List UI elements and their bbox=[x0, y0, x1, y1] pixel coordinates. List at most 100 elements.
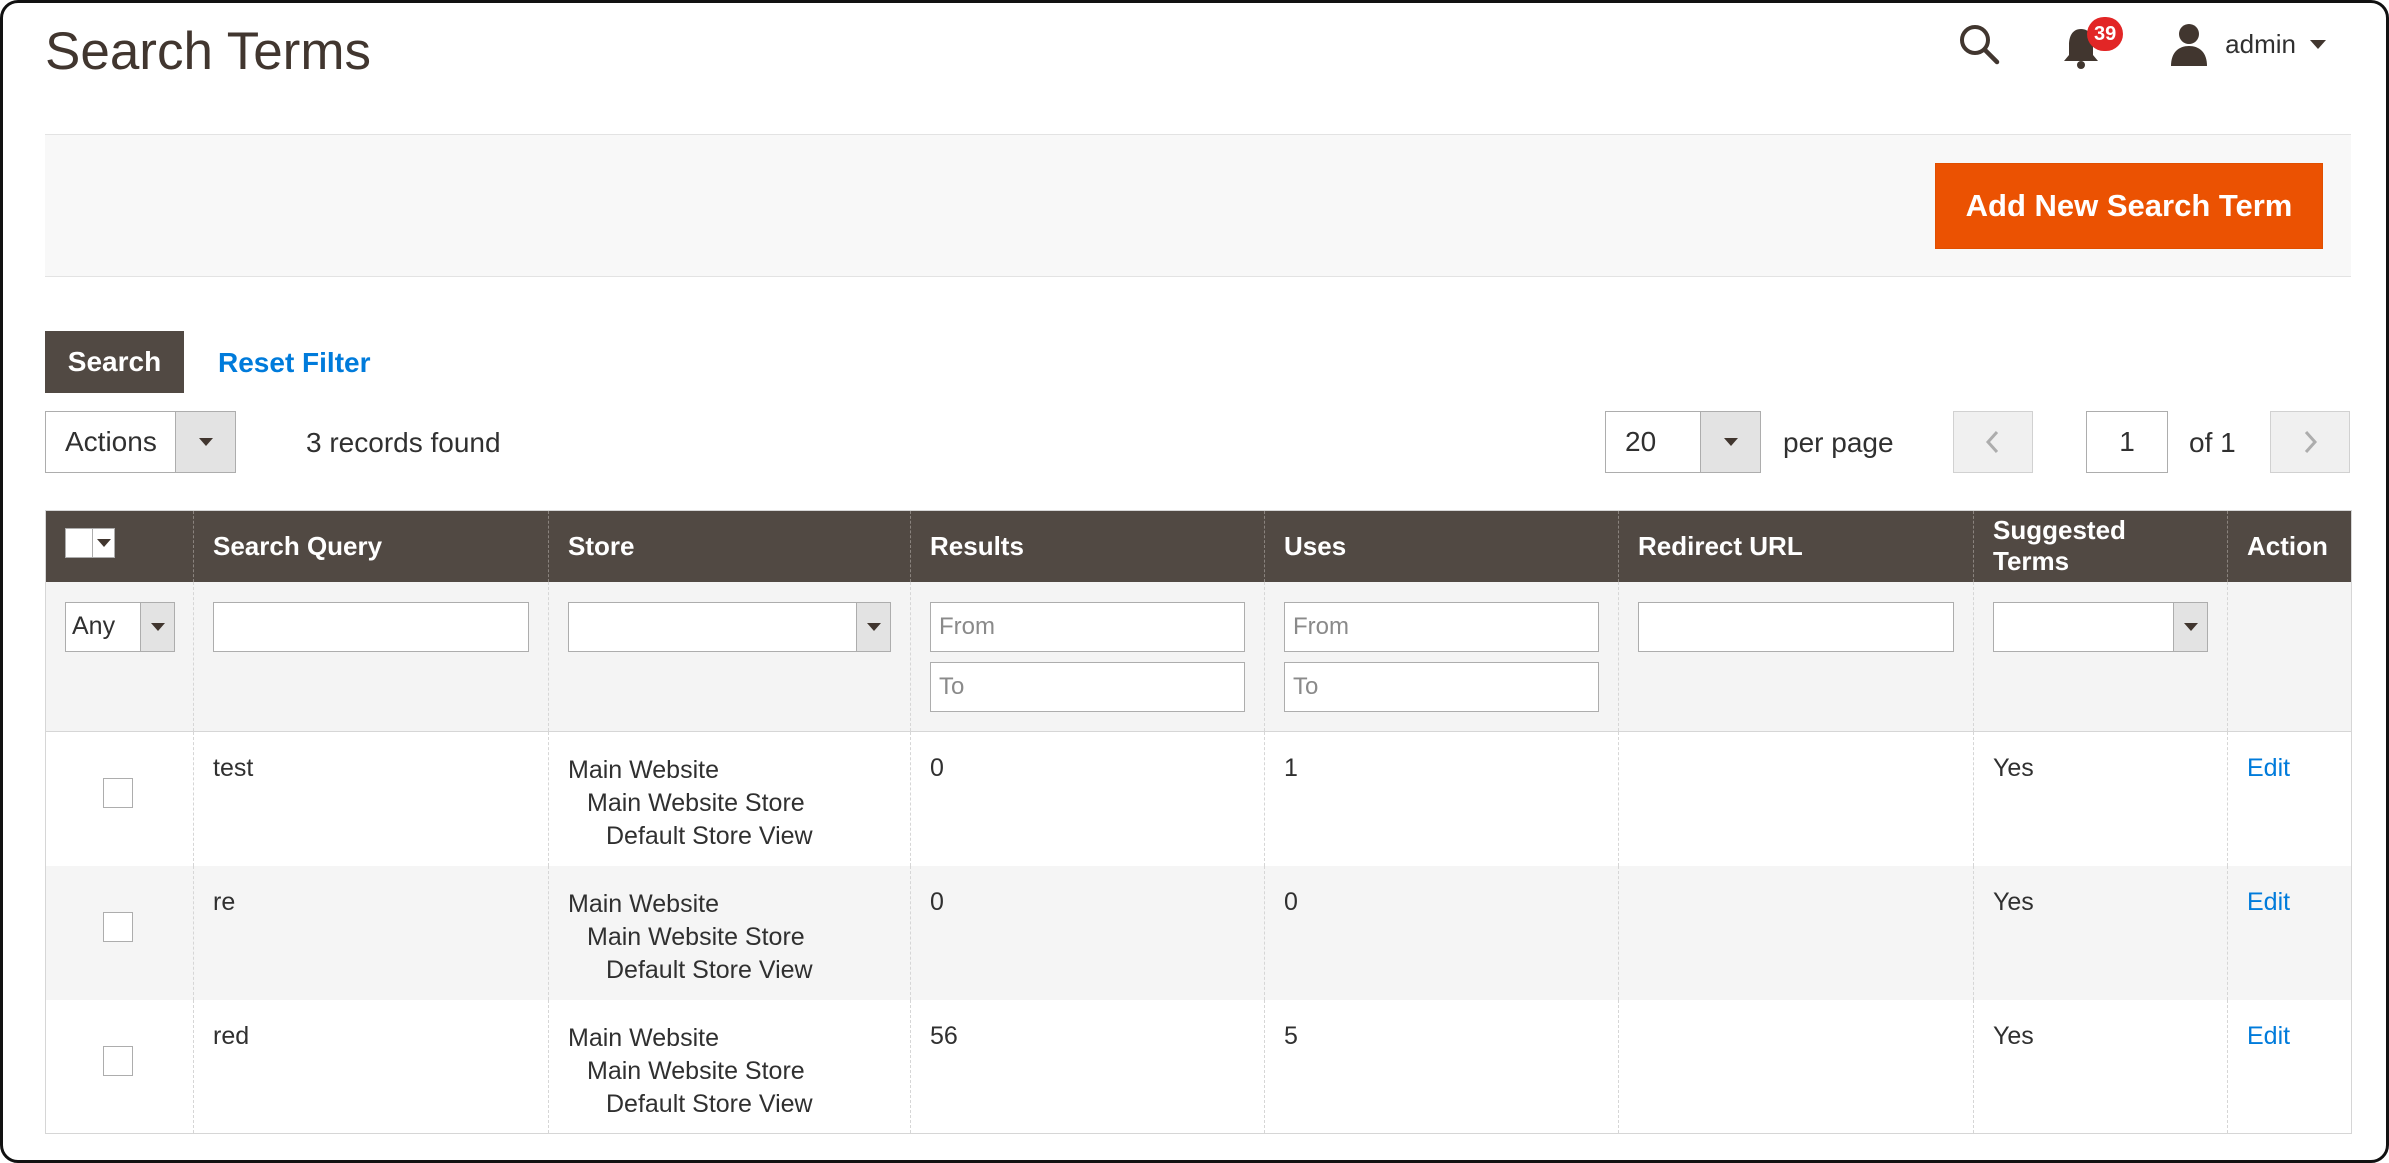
cell-results: 0 bbox=[910, 731, 1265, 866]
chevron-left-icon bbox=[1985, 430, 1999, 454]
filter-cell-select: Any bbox=[45, 581, 194, 732]
current-page-input[interactable] bbox=[2086, 411, 2168, 473]
cell-uses: 0 bbox=[1264, 865, 1619, 1000]
column-header-results[interactable]: Results bbox=[910, 510, 1265, 582]
cell-action: Edit bbox=[2227, 999, 2352, 1134]
column-header-search-query[interactable]: Search Query bbox=[193, 510, 549, 582]
cell-redirect-url bbox=[1618, 731, 1974, 866]
admin-page: Search Terms 39 admin Add New Search Ter bbox=[0, 0, 2389, 1163]
edit-link[interactable]: Edit bbox=[2247, 754, 2290, 782]
row-select-cell bbox=[46, 732, 194, 866]
mass-select-toggle[interactable] bbox=[92, 529, 114, 558]
chevron-right-icon bbox=[2304, 430, 2318, 454]
reset-filter-link[interactable]: Reset Filter bbox=[218, 347, 371, 379]
results-from-input[interactable] bbox=[930, 601, 1245, 652]
uses-to-input[interactable] bbox=[1284, 661, 1599, 712]
per-page-select[interactable]: 20 bbox=[1605, 411, 1761, 473]
suggested-filter-select[interactable] bbox=[1993, 601, 2208, 652]
mass-actions-select[interactable]: Actions bbox=[45, 411, 236, 473]
cell-redirect-url bbox=[1618, 999, 1974, 1134]
actions-label: Actions bbox=[65, 426, 157, 457]
actions-toggle bbox=[175, 412, 235, 472]
row-checkbox[interactable] bbox=[103, 911, 133, 942]
store-website: Main Website bbox=[568, 889, 719, 918]
column-header-redirect-url[interactable]: Redirect URL bbox=[1618, 510, 1974, 582]
records-found: 3 records found bbox=[306, 427, 501, 458]
notifications-button[interactable]: 39 bbox=[2061, 17, 2124, 69]
column-header-store[interactable]: Store bbox=[548, 510, 911, 582]
search-button[interactable]: Search bbox=[45, 331, 184, 393]
store-website: Main Website bbox=[568, 756, 719, 784]
search-query-filter-input[interactable] bbox=[213, 601, 529, 652]
filter-cell-redirect bbox=[1618, 581, 1974, 732]
chevron-down-icon bbox=[150, 622, 165, 631]
store-group: Main Website Store bbox=[587, 789, 805, 817]
results-to-input[interactable] bbox=[930, 661, 1245, 712]
row-select-cell bbox=[46, 1000, 194, 1134]
store-filter-select[interactable] bbox=[568, 601, 891, 652]
chevron-down-icon bbox=[866, 622, 881, 631]
row-checkbox[interactable] bbox=[103, 1045, 133, 1076]
mass-filter-value: Any bbox=[72, 612, 116, 640]
filter-cell-query bbox=[193, 581, 549, 732]
mass-select-checkbox[interactable] bbox=[66, 529, 92, 558]
mass-filter-select[interactable]: Any bbox=[65, 601, 175, 652]
store-group: Main Website Store bbox=[587, 922, 805, 951]
header-actions: 39 admin bbox=[1955, 17, 2326, 69]
cell-search-query: re bbox=[193, 865, 549, 1000]
cell-suggested-terms: Yes bbox=[1973, 999, 2228, 1134]
next-page-button[interactable] bbox=[2270, 411, 2350, 473]
chevron-down-icon bbox=[2183, 622, 2198, 631]
user-icon bbox=[2171, 24, 2208, 66]
store-view: Default Store View bbox=[606, 955, 813, 984]
edit-link[interactable]: Edit bbox=[2247, 888, 2290, 916]
mass-select-control[interactable] bbox=[65, 528, 115, 559]
table-row: re Main Website Main Website Store Defau… bbox=[45, 865, 2352, 1000]
per-page-label: per page bbox=[1783, 427, 1894, 458]
search-icon[interactable] bbox=[1955, 20, 2003, 68]
row-select-cell bbox=[45, 865, 194, 1000]
column-header-uses[interactable]: Uses bbox=[1264, 510, 1619, 582]
notification-badge: 39 bbox=[2087, 17, 2124, 51]
cell-uses: 1 bbox=[1264, 731, 1619, 866]
column-header-suggested-terms[interactable]: Suggested Terms bbox=[1973, 510, 2228, 582]
search-terms-grid: Search Query Store Results Uses Redirect… bbox=[45, 510, 2352, 1134]
table-row: red Main Website Main Website Store Defa… bbox=[46, 999, 2352, 1134]
store-website: Main Website bbox=[568, 1023, 719, 1052]
column-header-action: Action bbox=[2227, 510, 2352, 582]
filter-row: Any bbox=[45, 581, 2352, 732]
page-actions-bar: Add New Search Term bbox=[45, 134, 2351, 277]
row-checkbox[interactable] bbox=[103, 778, 133, 808]
cell-store: Main Website Main Website Store Default … bbox=[548, 731, 911, 866]
store-view: Default Store View bbox=[606, 1089, 813, 1118]
chevron-down-icon bbox=[2310, 39, 2326, 49]
store-view: Default Store View bbox=[606, 822, 813, 850]
edit-link[interactable]: Edit bbox=[2247, 1022, 2290, 1050]
previous-page-button[interactable] bbox=[1953, 411, 2033, 473]
chevron-down-icon bbox=[1723, 438, 1738, 446]
cell-redirect-url bbox=[1618, 865, 1974, 1000]
cell-results: 0 bbox=[910, 865, 1265, 1000]
add-new-search-term-button[interactable]: Add New Search Term bbox=[1935, 163, 2323, 249]
cell-uses: 5 bbox=[1264, 999, 1619, 1134]
filter-cell-uses bbox=[1264, 581, 1619, 732]
cell-suggested-terms: Yes bbox=[1973, 865, 2228, 1000]
cell-action: Edit bbox=[2227, 865, 2352, 1000]
cell-search-query: red bbox=[193, 999, 549, 1134]
total-pages: of 1 bbox=[2189, 427, 2236, 458]
store-group: Main Website Store bbox=[587, 1056, 805, 1085]
cell-results: 56 bbox=[910, 999, 1265, 1134]
per-page-value: 20 bbox=[1625, 426, 1657, 457]
mass-select-header bbox=[45, 510, 194, 582]
user-menu[interactable]: admin bbox=[2169, 22, 2326, 66]
chevron-down-icon bbox=[96, 539, 111, 548]
cell-store: Main Website Main Website Store Default … bbox=[548, 999, 911, 1134]
filter-cell-suggested bbox=[1973, 581, 2228, 732]
filter-cell-store bbox=[548, 581, 911, 732]
redirect-url-filter-input[interactable] bbox=[1638, 601, 1954, 652]
uses-from-input[interactable] bbox=[1284, 601, 1599, 652]
cell-action: Edit bbox=[2227, 731, 2352, 866]
user-name: admin bbox=[2225, 28, 2296, 59]
filter-cell-action bbox=[2227, 581, 2352, 732]
cell-search-query: test bbox=[193, 731, 549, 866]
